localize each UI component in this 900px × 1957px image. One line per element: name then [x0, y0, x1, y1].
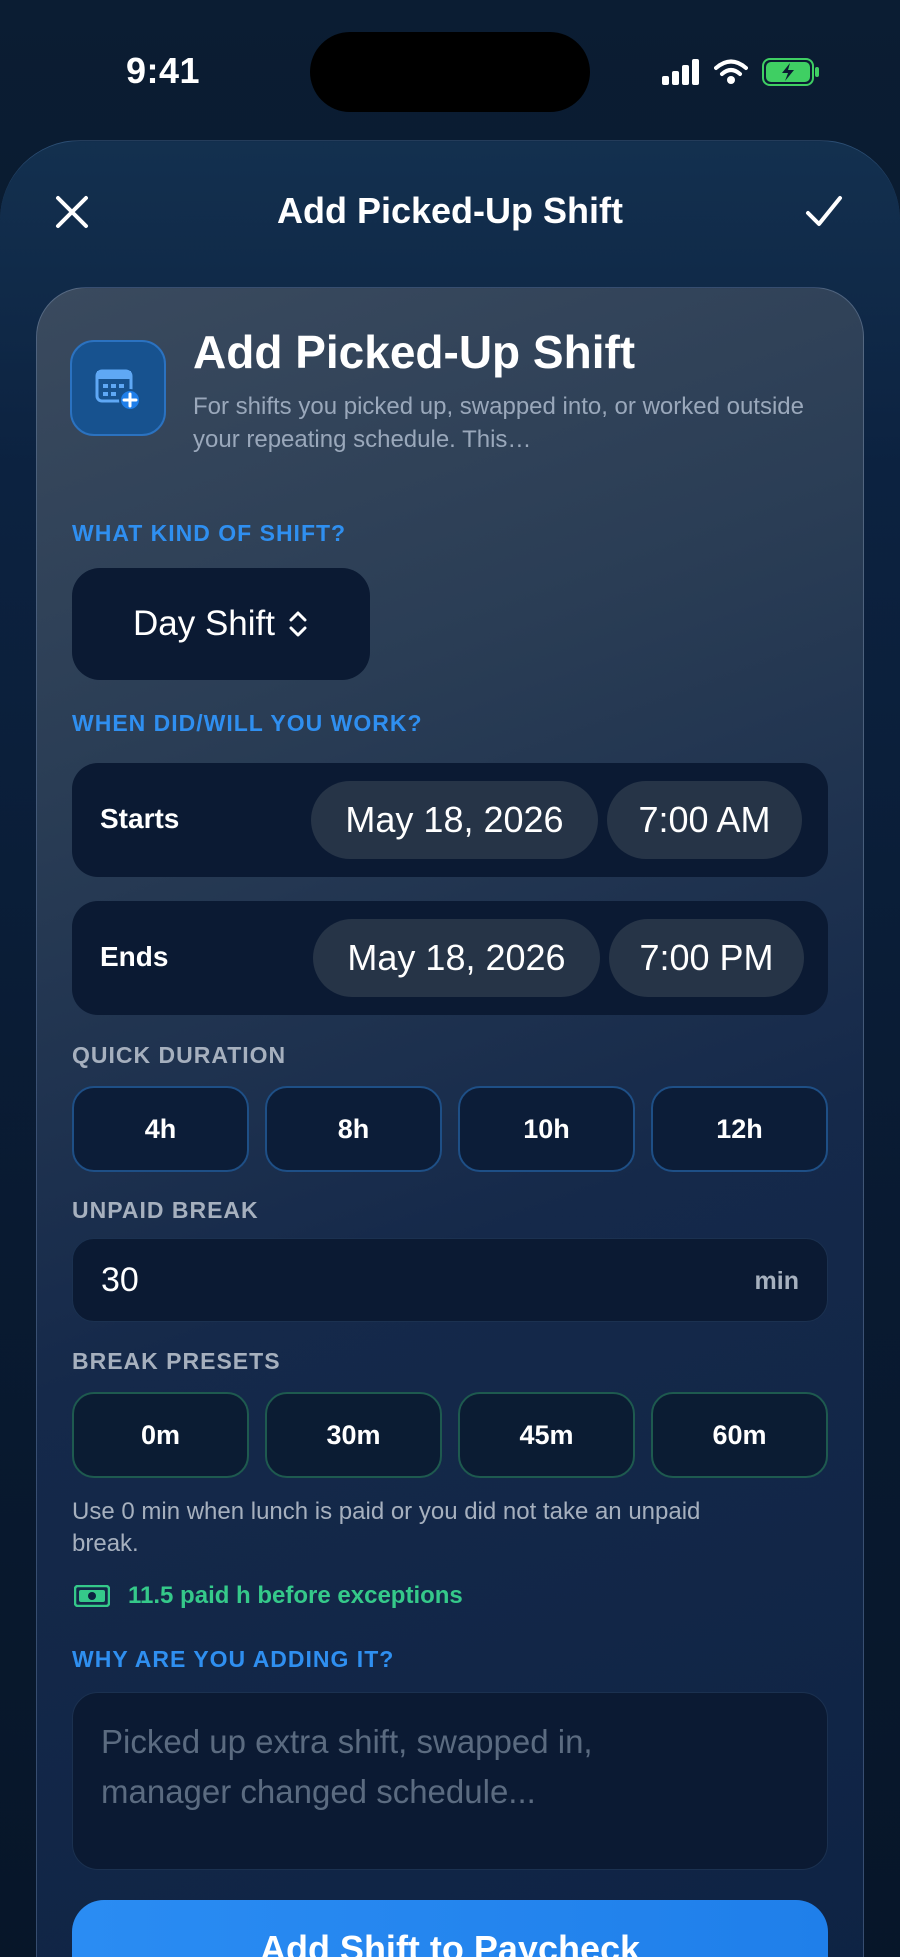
- shift-type-picker[interactable]: Day Shift: [72, 568, 370, 680]
- unpaid-break-unit: min: [754, 1267, 799, 1295]
- quick-duration-label: QUICK DURATION: [72, 1042, 287, 1068]
- reason-textarea[interactable]: Picked up extra shift, swapped in, manag…: [72, 1692, 828, 1870]
- starts-label: Starts: [100, 803, 180, 834]
- when-label: WHEN DID/WILL YOU WORK?: [72, 710, 423, 736]
- reason-placeholder: Picked up extra shift, swapped in, manag…: [101, 1723, 593, 1810]
- wifi-icon: [714, 59, 748, 84]
- add-shift-button[interactable]: Add Shift to Paycheck: [72, 1900, 828, 1957]
- ends-label: Ends: [100, 941, 169, 972]
- break-preset-options: 0m 30m 45m 60m: [72, 1392, 828, 1478]
- ends-row: Ends May 18, 2026 7:00 PM: [72, 901, 828, 1015]
- dynamic-island: [310, 32, 590, 112]
- header-subtitle: For shifts you picked up, swapped into, …: [193, 393, 804, 453]
- screen: 9:41 Add Picked-Up Shift Add Picked-Up S…: [0, 0, 900, 1957]
- break-60m-button[interactable]: 60m: [651, 1392, 828, 1478]
- calendar-add-icon: [70, 340, 166, 436]
- duration-4h-button[interactable]: 4h: [72, 1086, 249, 1172]
- starts-row: Starts May 18, 2026 7:00 AM: [72, 763, 828, 877]
- kind-label: WHAT KIND OF SHIFT?: [72, 520, 347, 546]
- paid-summary-text: 11.5 paid h before exceptions: [128, 1582, 463, 1609]
- add-shift-button-label: Add Shift to Paycheck: [259, 1928, 641, 1957]
- nav-title: Add Picked-Up Shift: [276, 190, 623, 231]
- break-presets-label: BREAK PRESETS: [72, 1348, 281, 1374]
- unpaid-break-value: 30: [101, 1261, 139, 1299]
- break-0m-button[interactable]: 0m: [72, 1392, 249, 1478]
- unpaid-break-label: UNPAID BREAK: [72, 1197, 259, 1223]
- status-time: 9:41: [126, 50, 201, 91]
- checkmark-icon[interactable]: [804, 192, 844, 232]
- break-45m-button[interactable]: 45m: [458, 1392, 635, 1478]
- duration-12h-button[interactable]: 12h: [651, 1086, 828, 1172]
- shift-type-value: Day Shift: [133, 604, 275, 643]
- quick-duration-options: 4h 8h 10h 12h: [72, 1086, 828, 1172]
- duration-10h-button[interactable]: 10h: [458, 1086, 635, 1172]
- chevron-up-down-icon: [289, 611, 307, 637]
- end-time-button[interactable]: 7:00 PM: [609, 919, 804, 997]
- break-hint: Use 0 min when lunch is paid or you did …: [72, 1498, 701, 1557]
- reason-label: WHY ARE YOU ADDING IT?: [72, 1646, 395, 1672]
- header-title: Add Picked-Up Shift: [193, 326, 636, 378]
- signal-icon: [662, 59, 699, 85]
- duration-8h-button[interactable]: 8h: [265, 1086, 442, 1172]
- money-icon: [74, 1585, 110, 1607]
- paid-summary: 11.5 paid h before exceptions: [74, 1582, 463, 1610]
- unpaid-break-field[interactable]: 30 min: [72, 1238, 828, 1322]
- start-date-button[interactable]: May 18, 2026: [311, 781, 598, 859]
- break-30m-button[interactable]: 30m: [265, 1392, 442, 1478]
- end-date-button[interactable]: May 18, 2026: [313, 919, 600, 997]
- battery-charging-icon: [762, 58, 819, 86]
- status-icons: [662, 58, 820, 86]
- start-time-button[interactable]: 7:00 AM: [607, 781, 802, 859]
